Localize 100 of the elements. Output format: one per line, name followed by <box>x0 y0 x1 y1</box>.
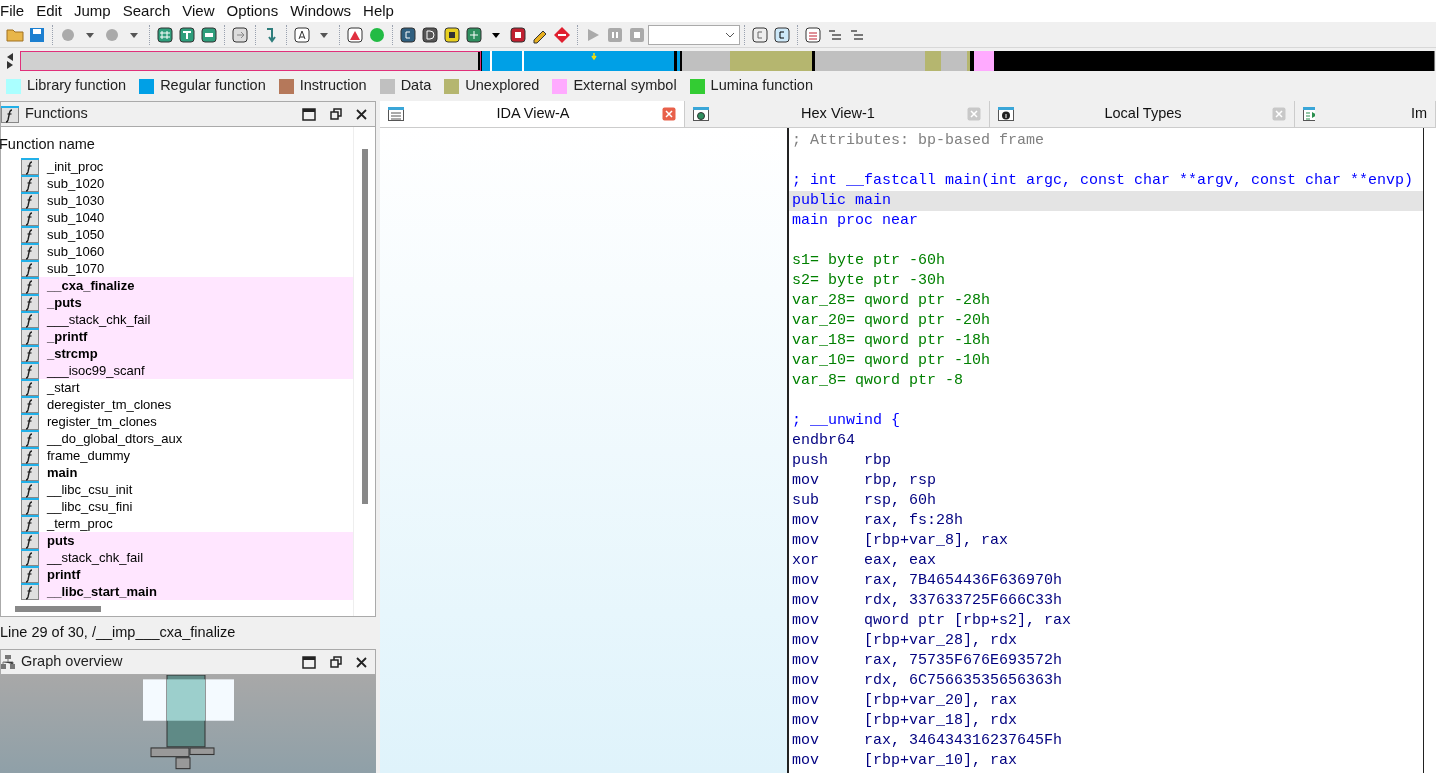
instruction-operands: rax, fs:28h <box>864 511 964 531</box>
function-row[interactable]: _start <box>21 379 353 396</box>
function-icon <box>21 464 39 481</box>
instruction-operands: [rbp+var_10], rax <box>864 751 1018 771</box>
menu-item[interactable]: File <box>0 0 31 23</box>
function-row[interactable]: frame_dummy <box>21 447 353 464</box>
function-icon <box>21 396 39 413</box>
function-row[interactable]: printf <box>21 566 353 583</box>
code-line[interactable]: main proc near <box>789 211 1423 231</box>
function-name: __libc_start_main <box>47 583 157 600</box>
instruction-mnemonic: mov <box>792 751 820 771</box>
function-icon <box>21 566 39 583</box>
code-line: s1= byte ptr -60h <box>791 251 947 271</box>
column-header[interactable]: Function name <box>0 134 353 158</box>
function-name: ___stack_chk_fail <box>47 311 151 328</box>
function-name: _start <box>47 379 80 396</box>
menu-item[interactable]: View <box>176 0 221 23</box>
function-row[interactable]: sub_1040 <box>21 209 353 226</box>
function-icon <box>1 105 19 123</box>
instruction-mnemonic: endbr64 <box>792 431 856 451</box>
code-line: var_8= qword ptr -8 <box>791 371 965 391</box>
function-name: deregister_tm_clones <box>47 396 172 413</box>
instruction-operands: [rbp+var_8], rax <box>864 531 1009 551</box>
instruction-mnemonic: mov <box>792 631 820 651</box>
function-icon <box>21 583 39 600</box>
function-icon <box>21 243 39 260</box>
function-row[interactable]: _term_proc <box>21 515 353 532</box>
close-icon[interactable] <box>356 656 367 668</box>
function-name: puts <box>47 532 75 549</box>
function-row[interactable]: _puts <box>21 294 353 311</box>
function-row[interactable]: ___stack_chk_fail <box>21 311 353 328</box>
maximize-icon[interactable] <box>302 655 316 669</box>
maximize-icon[interactable] <box>302 107 316 121</box>
function-row[interactable]: _strcmp <box>21 345 353 362</box>
code-comment: ; __unwind { <box>791 411 902 431</box>
function-row[interactable]: _printf <box>21 328 353 345</box>
instruction-mnemonic: sub <box>792 491 820 511</box>
menu-item[interactable]: Search <box>116 0 177 23</box>
menu-item[interactable]: Edit <box>30 0 69 23</box>
menu-item[interactable]: Options <box>220 0 285 23</box>
function-row[interactable]: sub_1050 <box>21 226 353 243</box>
restore-icon[interactable] <box>330 108 342 120</box>
function-row[interactable]: ___isoc99_scanf <box>21 362 353 379</box>
instruction-operands: qword ptr [rbp+s2], rax <box>864 611 1072 631</box>
status-text: Line 29 of 30, /__imp___cxa_finalize <box>0 623 236 643</box>
hex-view-icon <box>693 107 709 121</box>
function-row[interactable]: _init_proc <box>21 158 353 175</box>
instruction-operands: eax, eax <box>864 551 936 571</box>
function-row[interactable]: __libc_csu_init <box>21 481 353 498</box>
function-icon <box>21 379 39 396</box>
restore-icon[interactable] <box>330 656 342 668</box>
code-comment: ; int __fastcall main(int argc, const char **argv, const char **envp) <box>791 171 1415 191</box>
function-row[interactable]: __stack_chk_fail <box>21 549 353 566</box>
view-tab[interactable]: IDA View-A <box>380 101 685 127</box>
navigation-band[interactable] <box>20 51 1436 71</box>
function-row[interactable]: deregister_tm_clones <box>21 396 353 413</box>
function-name: __do_global_dtors_aux <box>47 430 183 447</box>
function-row[interactable]: puts <box>21 532 353 549</box>
instruction-mnemonic: mov <box>792 671 820 691</box>
function-name: _init_proc <box>47 158 104 175</box>
function-icon <box>21 277 39 294</box>
horizontal-scrollbar[interactable] <box>15 606 101 612</box>
function-name: _puts <box>47 294 82 311</box>
function-icon <box>21 515 39 532</box>
function-icon <box>21 294 39 311</box>
function-icon <box>21 311 39 328</box>
code-comment: ; Attributes: bp-based frame <box>791 131 1046 151</box>
function-row[interactable]: __libc_csu_fini <box>21 498 353 515</box>
menu-item[interactable]: Jump <box>68 0 117 23</box>
function-row[interactable]: sub_1060 <box>21 243 353 260</box>
function-icon <box>21 362 39 379</box>
scroll-left-icon[interactable] <box>6 53 14 61</box>
menu-item[interactable]: Windows <box>284 0 358 23</box>
instruction-mnemonic: mov <box>792 731 820 751</box>
function-row[interactable]: sub_1020 <box>21 175 353 192</box>
code-line: var_18= qword ptr -18h <box>791 331 992 351</box>
function-name: _term_proc <box>47 515 113 532</box>
function-row[interactable]: sub_1030 <box>21 192 353 209</box>
code-line: var_20= qword ptr -20h <box>791 311 992 331</box>
close-icon[interactable] <box>356 108 367 120</box>
function-row[interactable]: __libc_start_main <box>21 583 353 600</box>
function-name: ___isoc99_scanf <box>47 362 145 379</box>
vertical-scrollbar[interactable] <box>361 149 368 504</box>
function-row[interactable]: main <box>21 464 353 481</box>
info-icon <box>998 107 1014 121</box>
instruction-mnemonic: mov <box>792 591 820 611</box>
legend-label: Unexplored <box>465 76 540 96</box>
function-icon <box>21 192 39 209</box>
function-row[interactable]: sub_1070 <box>21 260 353 277</box>
scroll-right-icon[interactable] <box>6 61 14 69</box>
legend-label: Lumina function <box>710 76 813 96</box>
menu-item[interactable]: Help <box>357 0 400 23</box>
function-icon <box>21 158 39 175</box>
function-row[interactable]: register_tm_clones <box>21 413 353 430</box>
function-icon <box>21 226 39 243</box>
code-line: s2= byte ptr -30h <box>791 271 947 291</box>
function-row[interactable]: __do_global_dtors_aux <box>21 430 353 447</box>
function-row[interactable]: __cxa_finalize <box>21 277 353 294</box>
instruction-mnemonic: xor <box>792 551 820 571</box>
function-name: register_tm_clones <box>47 413 157 430</box>
